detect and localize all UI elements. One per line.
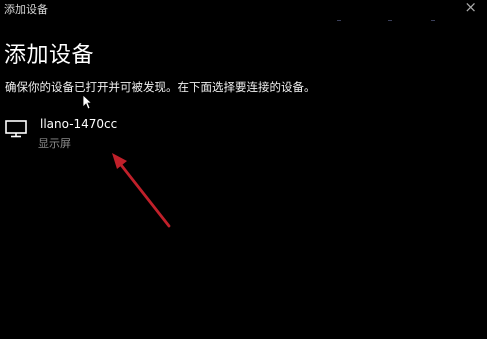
page-title: 添加设备 (4, 43, 95, 68)
decor-dot (337, 20, 341, 21)
monitor-icon (5, 120, 27, 138)
decor-dot (388, 20, 392, 21)
instruction-text: 确保你的设备已打开并可被发现。在下面选择要连接的设备。 (5, 80, 316, 94)
decor-dot (431, 20, 435, 21)
window-title: 添加设备 (4, 3, 48, 16)
device-name: llano-1470cc (40, 117, 118, 131)
device-item[interactable]: llano-1470cc 显示屏 (2, 116, 162, 154)
device-type: 显示屏 (38, 137, 71, 150)
add-device-window: 添加设备 × 添加设备 确保你的设备已打开并可被发现。在下面选择要连接的设备。 … (0, 0, 487, 339)
mouse-pointer-icon (82, 94, 92, 110)
close-button[interactable]: × (464, 0, 477, 16)
